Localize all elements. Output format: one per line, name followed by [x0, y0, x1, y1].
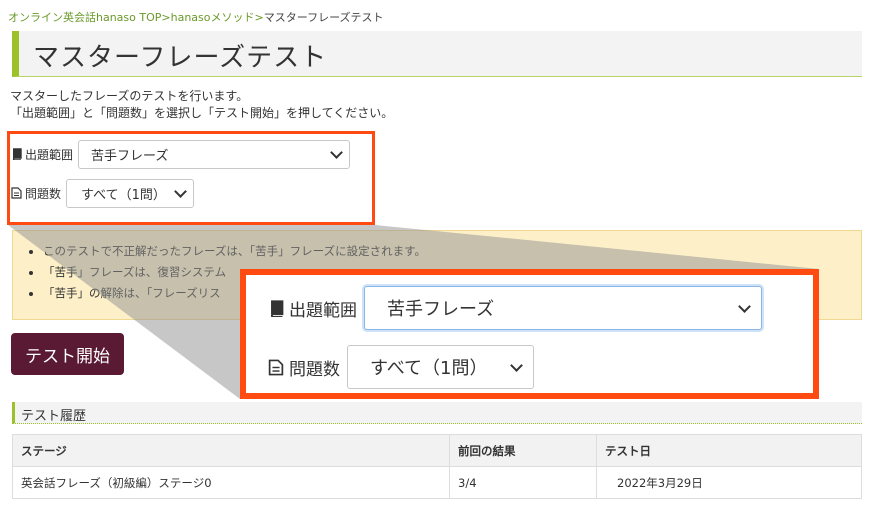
history-table: ステージ 前回の結果 テスト日 英会話フレーズ（初級編）ステージ0 3/4 20…: [12, 434, 862, 499]
intro-text: マスターしたフレーズのテストを行います。 「出題範囲」と「問題数」を選択し「テス…: [10, 88, 393, 122]
cell-result: 3/4: [449, 466, 597, 499]
page-title-bar: マスターフレーズテスト: [12, 31, 862, 77]
breadcrumb-method-link[interactable]: hanasoメソッド: [171, 11, 255, 24]
count-select-value: すべて（1問）: [81, 187, 166, 203]
zoom-count-row: 問題数 すべて（1問）: [268, 345, 534, 389]
document-icon: [268, 359, 284, 375]
page-title: マスターフレーズテスト: [33, 43, 328, 73]
book-icon: [12, 148, 22, 160]
zoom-count-select-value: すべて（1問）: [370, 358, 488, 379]
zoom-count-select[interactable]: すべて（1問）: [347, 345, 534, 389]
history-title-bar: テスト履歴: [12, 402, 862, 424]
breadcrumb-separator: >: [254, 11, 264, 24]
chevron-down-icon: [174, 184, 187, 198]
breadcrumb-home-link[interactable]: オンライン英会話hanaso TOP: [8, 11, 161, 24]
count-row: 問題数 すべて（1問）: [11, 178, 195, 208]
cell-stage: 英会話フレーズ（初級編）ステージ0: [12, 466, 450, 499]
range-label: 出題範囲: [25, 147, 74, 162]
column-header-result: 前回の結果: [449, 434, 597, 467]
table-row: 英会話フレーズ（初級編）ステージ0 3/4 2022年3月29日: [12, 466, 862, 499]
zoom-count-label: 問題数: [289, 359, 340, 380]
count-label: 問題数: [25, 186, 62, 201]
range-select-value: 苦手フレーズ: [91, 148, 169, 164]
chevron-down-icon: [330, 145, 343, 159]
range-select[interactable]: 苦手フレーズ: [78, 139, 351, 169]
zoom-callout: 出題範囲 苦手フレーズ 問題数 すべて（1問）: [240, 269, 819, 399]
intro-line: マスターしたフレーズのテストを行います。: [10, 89, 249, 103]
notice-item: このテストで不正解だったフレーズは、「苦手」フレーズに設定されます。: [43, 241, 861, 262]
book-icon: [270, 299, 284, 317]
column-header-date: テスト日: [596, 434, 862, 467]
breadcrumb-current: マスターフレーズテスト: [263, 11, 384, 24]
intro-line: 「出題範囲」と「問題数」を選択し「テスト開始」を押してください。: [10, 106, 394, 120]
column-header-stage: ステージ: [12, 434, 450, 467]
start-test-button[interactable]: テスト開始: [11, 333, 124, 375]
breadcrumb: オンライン英会話hanaso TOP>hanasoメソッド>マスターフレーズテス…: [8, 9, 384, 25]
zoom-range-select-value: 苦手フレーズ: [387, 299, 495, 320]
zoom-range-select[interactable]: 苦手フレーズ: [364, 286, 762, 330]
breadcrumb-separator: >: [161, 11, 171, 24]
history-title: テスト履歴: [21, 409, 87, 424]
cell-date: 2022年3月29日: [596, 466, 862, 499]
range-row: 出題範囲 苦手フレーズ: [11, 139, 351, 169]
zoom-range-row: 出題範囲 苦手フレーズ: [268, 286, 762, 330]
chevron-down-icon: [738, 299, 751, 313]
document-icon: [11, 187, 22, 199]
chevron-down-icon: [510, 358, 523, 372]
table-header-row: ステージ 前回の結果 テスト日: [12, 434, 862, 467]
zoom-range-label: 出題範囲: [289, 300, 357, 321]
count-select[interactable]: すべて（1問）: [66, 178, 195, 208]
